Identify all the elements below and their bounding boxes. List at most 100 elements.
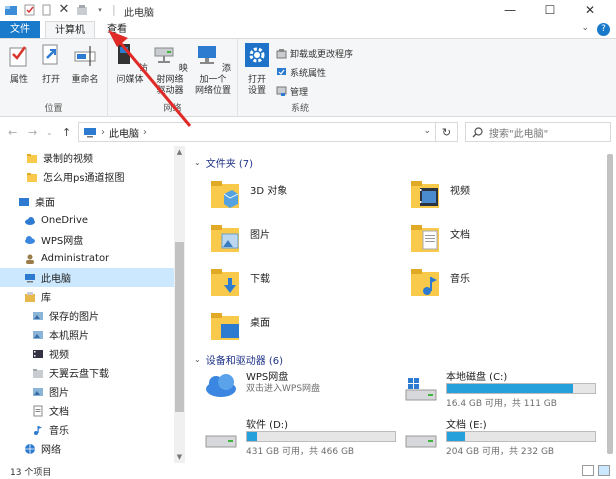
- devices-section-header[interactable]: ⌄ 设备和驱动器 (6): [194, 352, 283, 367]
- close-button[interactable]: ✕: [570, 1, 610, 19]
- back-icon[interactable]: ←: [8, 126, 17, 139]
- sidebar-item-onedrive[interactable]: OneDrive: [0, 211, 174, 230]
- sidebar-item-desktop[interactable]: 桌面: [0, 192, 174, 211]
- map-drive-label-2: 驱动器: [156, 86, 184, 96]
- open-icon: [42, 44, 58, 65]
- manage-label: 管理: [290, 87, 309, 98]
- desktop-folder-icon: [211, 313, 239, 340]
- drive-e[interactable]: 文档 (E:) 204 GB 可用，共 232 GB: [404, 416, 596, 457]
- folder-icon: [27, 172, 37, 182]
- collapse-ribbon-icon[interactable]: ⌄: [581, 23, 589, 36]
- uninstall-program-button[interactable]: 卸载或更改程序: [276, 46, 353, 60]
- sidebar-item-music[interactable]: 音乐: [0, 420, 174, 439]
- recent-locations-icon[interactable]: ⌄: [46, 128, 53, 137]
- properties-button[interactable]: 属性: [6, 42, 32, 86]
- manage-button[interactable]: 管理: [276, 84, 308, 98]
- drive-usage-fill: [247, 432, 258, 441]
- sidebar-item-label: 文档: [49, 407, 69, 418]
- up-icon[interactable]: ↑: [62, 126, 71, 139]
- large-icons-view-icon[interactable]: [598, 465, 610, 476]
- folder-documents[interactable]: 文档: [410, 220, 470, 256]
- sidebar-item-pictures[interactable]: 图片: [0, 382, 174, 401]
- drive-usage-bar: [446, 431, 596, 442]
- address-field[interactable]: › 此电脑 › ⌄: [78, 122, 436, 142]
- quick-access-toolbar: ✕ ▾ |: [4, 3, 116, 16]
- sidebar-item-label: 视频: [49, 350, 69, 361]
- sidebar-item-documents[interactable]: 文档: [0, 401, 174, 420]
- drive-wps-cloud[interactable]: WPS网盘 双击进入WPS网盘: [204, 368, 396, 398]
- open-settings-button[interactable]: 打开 设置: [242, 42, 272, 97]
- qat-dropdown-icon[interactable]: ▾: [94, 4, 106, 16]
- drive-usage-bar: [446, 383, 596, 394]
- folder-3d-objects[interactable]: 3D 对象: [210, 176, 287, 212]
- rename-button[interactable]: 重命名: [68, 42, 102, 86]
- help-icon[interactable]: ?: [597, 23, 610, 36]
- sidebar-item-videos[interactable]: 视频: [0, 344, 174, 363]
- folder-downloads[interactable]: 下载: [210, 264, 270, 300]
- drive-d[interactable]: 软件 (D:) 431 GB 可用，共 466 GB: [204, 416, 396, 457]
- folders-section-header[interactable]: ⌄ 文件夹 (7): [194, 155, 253, 170]
- sidebar-item-label: 保存的图片: [49, 312, 99, 323]
- sidebar-item-this-pc[interactable]: 此电脑: [0, 268, 174, 287]
- maximize-button[interactable]: ☐: [530, 1, 570, 19]
- tab-file[interactable]: 文件: [0, 21, 40, 38]
- drive-c[interactable]: 本地磁盘 (C:) 16.4 GB 可用，共 111 GB: [404, 368, 596, 409]
- sidebar-item-tianyi-download[interactable]: 天翼云盘下载: [0, 363, 174, 382]
- folder-icon: [33, 368, 43, 378]
- add-network-location-button[interactable]: 添加一个 网络位置: [192, 42, 234, 97]
- sidebar-item-label: OneDrive: [41, 215, 89, 226]
- network-location-icon: [198, 46, 217, 64]
- address-dropdown-icon[interactable]: ⌄: [423, 126, 431, 136]
- folder-videos[interactable]: 视频: [410, 176, 470, 212]
- sidebar-item-network[interactable]: 网络: [0, 439, 174, 458]
- delete-icon[interactable]: ✕: [58, 3, 70, 16]
- properties-check-icon[interactable]: [24, 4, 36, 16]
- open-button[interactable]: 打开: [38, 42, 64, 86]
- breadcrumb-this-pc[interactable]: 此电脑: [109, 125, 139, 140]
- drive-name: 本地磁盘 (C:): [446, 372, 508, 383]
- sidebar-scroll-thumb[interactable]: [175, 242, 184, 412]
- scroll-up-icon[interactable]: ▲: [174, 148, 185, 156]
- map-drive-button[interactable]: 映射网络 驱动器: [150, 42, 190, 97]
- sidebar-item-saved-pictures[interactable]: 保存的图片: [0, 306, 174, 325]
- media-icon: [118, 44, 131, 64]
- folder-music[interactable]: 音乐: [410, 264, 470, 300]
- minimize-button[interactable]: —: [490, 1, 530, 19]
- rename-icon: [74, 46, 96, 66]
- undo-icon[interactable]: [76, 4, 88, 16]
- sidebar-item-administrator[interactable]: Administrator: [0, 249, 174, 268]
- folder-label: 3D 对象: [250, 186, 288, 197]
- content-scrollbar[interactable]: [604, 146, 615, 463]
- scroll-down-icon[interactable]: ▼: [174, 453, 185, 461]
- search-input[interactable]: 搜索"此电脑": [465, 122, 611, 142]
- system-properties-button[interactable]: 系统属性: [276, 65, 326, 79]
- collapse-chevron-icon[interactable]: ⌄: [194, 355, 201, 364]
- 3d-objects-icon: [211, 181, 239, 208]
- pictures-folder-icon: [211, 225, 239, 252]
- tab-view[interactable]: 查看: [100, 21, 134, 38]
- sidebar-item-wps-cloud[interactable]: WPS网盘: [0, 230, 174, 249]
- sidebar-scrollbar[interactable]: ▲ ▼: [174, 146, 185, 463]
- new-file-icon[interactable]: [42, 4, 52, 16]
- pictures-icon: [33, 387, 43, 396]
- refresh-button[interactable]: ↻: [436, 122, 458, 142]
- navigation-bar: ← → ⌄ ↑ › 此电脑 › ⌄ ↻ 搜索"此电脑": [0, 118, 616, 146]
- access-media-button[interactable]: 访问媒体: [110, 42, 150, 86]
- collapse-chevron-icon[interactable]: ⌄: [194, 158, 201, 167]
- sidebar-item-ps-channel[interactable]: 怎么用ps通道抠图: [0, 167, 174, 186]
- music-folder-icon: [411, 269, 439, 296]
- ribbon-tab-tools: ⌄ ?: [581, 23, 610, 36]
- sidebar-item-camera-roll[interactable]: 本机照片: [0, 325, 174, 344]
- view-switcher: [582, 465, 610, 476]
- sidebar-item-recorded-videos[interactable]: 录制的视频: [0, 148, 174, 167]
- manage-icon: [276, 86, 287, 96]
- folder-pictures[interactable]: 图片: [210, 220, 270, 256]
- group-name-network: 网络: [163, 104, 182, 114]
- folder-desktop[interactable]: 桌面: [210, 308, 270, 344]
- details-view-icon[interactable]: [582, 465, 594, 476]
- tab-computer[interactable]: 计算机: [45, 21, 95, 38]
- sidebar-item-libraries[interactable]: 库: [0, 287, 174, 306]
- forward-icon[interactable]: →: [28, 126, 37, 139]
- add-location-label-2: 网络位置: [194, 86, 231, 96]
- content-scroll-thumb[interactable]: [607, 154, 613, 454]
